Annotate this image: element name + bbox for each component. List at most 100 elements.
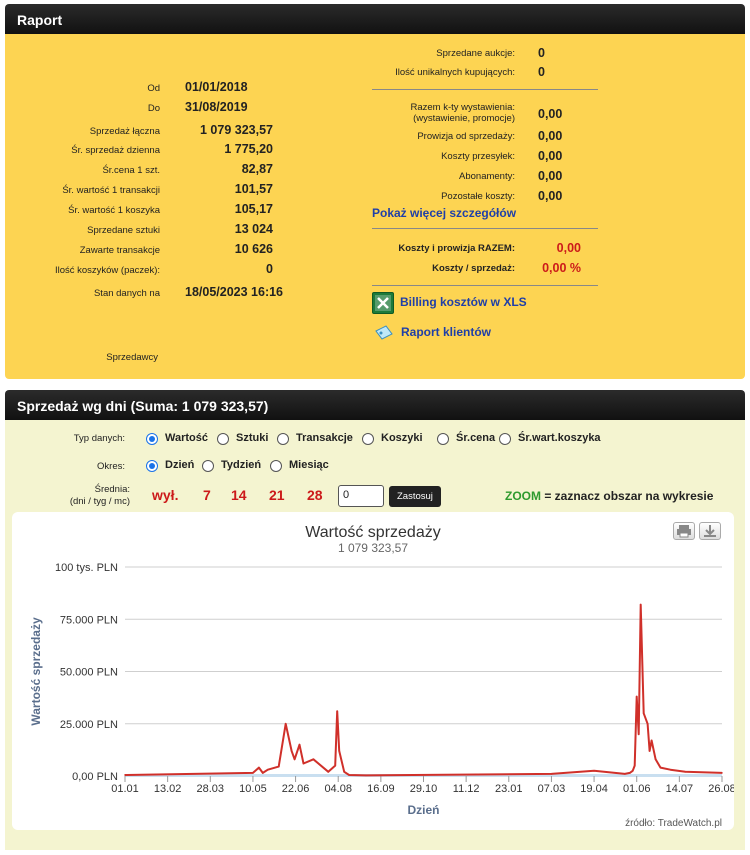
cost-label: Razem k-ty wystawienia: (wystawienie, pr… (410, 102, 515, 124)
client-report-link[interactable]: Raport klientów (401, 325, 491, 339)
data-type-option-label[interactable]: Wartość (165, 432, 208, 444)
data-point (338, 750, 341, 752)
data-type-option-label[interactable]: Śr.cena (456, 432, 495, 444)
data-point (290, 750, 293, 752)
zoom-text: = zaznacz obszar na wykresie (541, 489, 714, 503)
client-report-icon[interactable] (374, 325, 394, 341)
data-type-radio[interactable] (146, 433, 158, 445)
zoom-word: ZOOM (505, 489, 541, 503)
x-tick-label: 04.08 (324, 783, 352, 795)
x-tick-label: 11.12 (453, 783, 480, 795)
excel-icon[interactable] (372, 292, 394, 314)
period-option-label[interactable]: Dzień (165, 459, 194, 471)
data-point (284, 722, 287, 725)
chart-canvas: Wartość sprzedaży1 079 323,570,00 PLN25.… (29, 524, 736, 829)
print-icon[interactable] (673, 522, 695, 540)
cost-label: Abonamenty: (459, 171, 515, 182)
data-type-radio[interactable] (499, 433, 511, 445)
x-tick-label: 22.06 (282, 783, 310, 795)
data-point (327, 771, 330, 773)
x-tick-label: 13.02 (154, 783, 182, 795)
data-point (336, 710, 339, 713)
period-radio[interactable] (202, 460, 214, 472)
y-tick-label: 75.000 PLN (60, 614, 118, 626)
data-point (258, 766, 260, 769)
average-input[interactable]: 0 (338, 485, 384, 507)
period-option-label[interactable]: Miesiąc (289, 459, 329, 471)
chart-title: Wartość sprzedaży (305, 524, 440, 541)
cost-label: Prowizja od sprzedaży: (417, 131, 515, 142)
data-point (252, 772, 254, 774)
total-label: Koszty / sprzedaż: (432, 263, 515, 274)
data-point (659, 766, 662, 769)
period-radio[interactable] (270, 460, 282, 472)
stat-label: Sprzedaż łączna (89, 126, 160, 137)
data-type-option-label[interactable]: Koszyki (381, 432, 423, 444)
stat-value: 0 (266, 262, 273, 276)
data-type-radio[interactable] (277, 433, 289, 445)
chart-subtitle: 1 079 323,57 (338, 541, 408, 555)
sellers-label: Sprzedawcy (106, 352, 158, 363)
stat-label: Od (147, 83, 160, 94)
show-more-link[interactable]: Pokaż więcej szczegółów (372, 206, 516, 220)
data-point (262, 772, 264, 774)
stat-value: 31/08/2019 (185, 100, 248, 114)
data-point (721, 772, 723, 774)
cost-value: 0,00 (538, 169, 563, 183)
y-axis-title: Wartość sprzedaży (29, 617, 43, 726)
data-point (635, 695, 638, 698)
stat-value: 01/01/2018 (185, 80, 248, 94)
cost-value: 0,00 (538, 107, 563, 121)
data-type-radio[interactable] (362, 433, 374, 445)
period-radio[interactable] (146, 460, 158, 472)
data-point (124, 774, 126, 776)
data-point (628, 772, 631, 774)
average-option[interactable]: 7 (203, 487, 211, 503)
data-type-option-label[interactable]: Transakcje (296, 432, 353, 444)
data-type-option-label[interactable]: Sztuki (236, 432, 268, 444)
stat-label: Ilość unikalnych kupujących: (395, 67, 515, 78)
cost-value: 0,00 (538, 129, 563, 143)
billing-xls-link[interactable]: Billing kosztów w XLS (400, 295, 527, 309)
data-point (348, 774, 350, 776)
apply-button[interactable]: Zastosuj (389, 486, 441, 507)
average-option[interactable]: 21 (269, 487, 285, 503)
data-point (302, 762, 305, 765)
total-value: 0,00 % (542, 261, 581, 275)
x-tick-label: 01.06 (623, 783, 651, 795)
x-tick-label: 29.10 (410, 783, 438, 795)
data-point (684, 771, 687, 773)
total-value: 0,00 (556, 241, 581, 255)
stat-value: 101,57 (234, 182, 273, 196)
data-point (298, 743, 301, 746)
download-icon[interactable] (699, 522, 721, 540)
stat-value: 10 626 (234, 242, 273, 256)
stat-label: Sprzedane sztuki (87, 225, 160, 236)
average-option[interactable]: wył. (152, 487, 178, 503)
average-option[interactable]: 28 (307, 487, 323, 503)
period-option-label[interactable]: Tydzień (221, 459, 261, 471)
cost-value: 0,00 (538, 189, 563, 203)
sales-chart[interactable]: Wartość sprzedaży 1 079 323,57 0,00 PLN 25.… (12, 512, 736, 830)
raport-panel: Od 01/01/2018 Do 31/08/2019 Sprzedaż łączna 1… (5, 34, 745, 379)
average-option[interactable]: 14 (231, 487, 247, 503)
stat-label: Sprzedane aukcje: (436, 48, 515, 59)
data-point (639, 603, 642, 606)
zoom-hint: ZOOM = zaznacz obszar na wykresie (505, 489, 713, 503)
stat-value: 0 (538, 46, 545, 60)
period-label: Okres: (97, 461, 125, 472)
divider (372, 285, 598, 286)
data-type-radio[interactable] (437, 433, 449, 445)
sales-panel-header: Sprzedaż wg dni (Suma: 1 079 323,57) (5, 390, 745, 420)
y-tick-label: 25.000 PLN (60, 719, 118, 731)
data-type-option-label[interactable]: Śr.wart.koszyka (518, 432, 601, 444)
sales-title: Sprzedaż wg dni (Suma: 1 079 323,57) (17, 398, 269, 414)
data-point (550, 773, 553, 775)
data-point (637, 733, 640, 735)
data-point (669, 768, 672, 771)
stat-label: Ilość koszyków (paczek): (54, 265, 160, 276)
average-label: Średnia: (94, 484, 130, 495)
x-tick-label: 26.08 (708, 783, 734, 795)
data-type-radio[interactable] (217, 433, 229, 445)
x-tick-label: 16.09 (367, 783, 395, 795)
